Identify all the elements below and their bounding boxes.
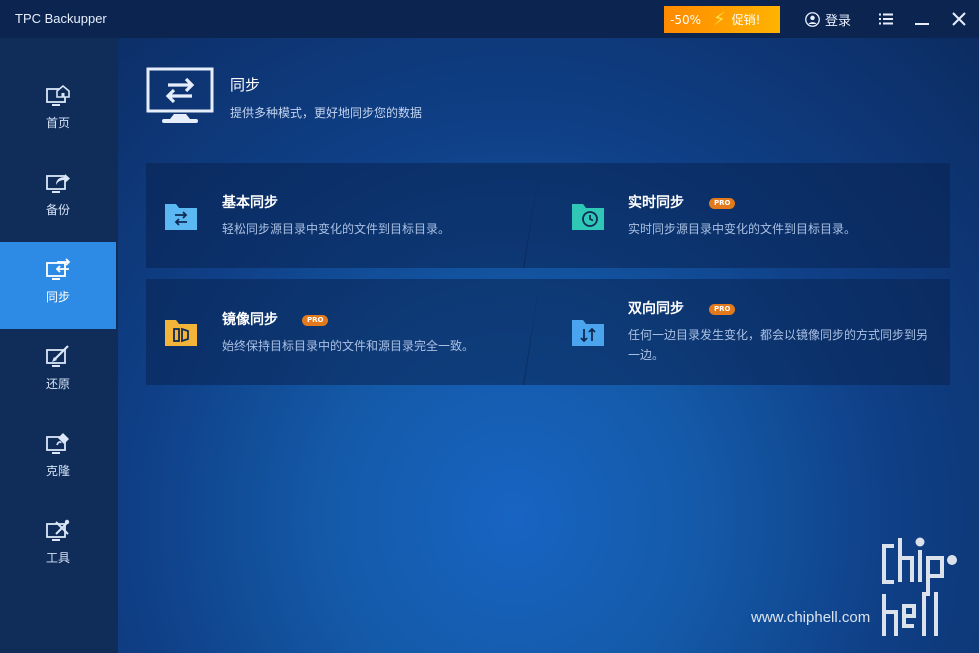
sidebar-item-label: 工具 [45,551,70,565]
watermark-site: www.chiphell.com [751,609,871,626]
minimize-icon [915,23,929,25]
card-title: 实时同步 [628,195,684,211]
promo-label: 促销! [731,13,761,27]
sidebar-item-label: 首页 [45,116,70,130]
sidebar-item-sync[interactable]: 同步 [0,242,116,329]
card-description: 轻松同步源目录中变化的文件到目标目录。 [222,222,451,236]
lightning-icon: ⚡ [713,9,726,30]
main-panel: 同步 提供多种模式，更好地同步您的数据 基本同步 轻松同步源目录中变化的文件到目… [118,38,979,653]
pro-badge: PRO [302,315,329,326]
tools-monitor-icon [46,519,70,541]
user-icon [805,12,820,27]
sidebar-item-backup[interactable]: 备份 [0,155,116,242]
page-title: 同步 [230,76,261,94]
promo-button[interactable]: -50% ⚡ 促销! [664,6,780,33]
card-title: 镜像同步 [222,312,278,328]
card-two-way-sync[interactable]: 双向同步 PRO 任何一边目录发生变化，都会以镜像同步的方式同步到另一边。 [523,279,950,385]
sidebar-item-label: 克隆 [45,464,70,478]
clone-monitor-icon [46,433,69,454]
sidebar-item-home[interactable]: 首页 [0,68,116,155]
backup-monitor-icon [46,174,70,193]
sidebar-item-label: 同步 [45,290,70,304]
sidebar-item-label: 还原 [45,377,70,391]
close-button[interactable] [949,9,969,29]
sync-monitor-icon [46,258,71,280]
card-title: 基本同步 [222,195,278,211]
mirror-sync-folder-icon [165,320,197,346]
realtime-sync-folder-icon [572,204,604,230]
card-realtime-sync[interactable]: 实时同步 PRO 实时同步源目录中变化的文件到目标目录。 [523,163,950,268]
basic-sync-folder-icon [165,204,197,230]
two-way-sync-folder-icon [572,320,604,346]
pro-badge: PRO [709,304,736,315]
title-bar: TPC Backupper -50% ⚡ 促销! 登录 [0,0,979,38]
list-menu-icon [879,13,893,25]
restore-monitor-icon [46,345,69,367]
menu-button[interactable] [876,9,896,29]
app-title: TPC Backupper [15,11,107,26]
sidebar-item-label: 备份 [45,203,70,217]
promo-percent: -50% [670,12,702,27]
close-icon [952,12,966,26]
card-basic-sync[interactable]: 基本同步 轻松同步源目录中变化的文件到目标目录。 [146,163,540,268]
sync-monitor-large-icon [146,67,214,123]
sidebar-item-clone[interactable]: 克隆 [0,416,116,503]
card-description: 实时同步源目录中变化的文件到目标目录。 [628,222,857,236]
sidebar-item-tools[interactable]: 工具 [0,503,116,590]
pro-badge: PRO [709,198,736,209]
login-label: 登录 [825,14,852,29]
sidebar-item-restore[interactable]: 还原 [0,329,116,416]
home-monitor-icon [46,84,70,106]
card-description: 始终保持目标目录中的文件和源目录完全一致。 [222,339,475,353]
chiphell-logo [882,537,957,636]
card-mirror-sync[interactable]: 镜像同步 PRO 始终保持目标目录中的文件和源目录完全一致。 [146,279,540,385]
login-button[interactable]: 登录 [805,10,851,29]
page-description: 提供多种模式，更好地同步您的数据 [230,106,423,120]
card-description: 任何一边目录发生变化，都会以镜像同步的方式同步到另一边。 [628,328,929,362]
minimize-button[interactable] [912,9,932,29]
sidebar: 首页 备份 同步 还原 克隆 工具 [0,38,118,653]
card-title: 双向同步 [628,301,684,317]
